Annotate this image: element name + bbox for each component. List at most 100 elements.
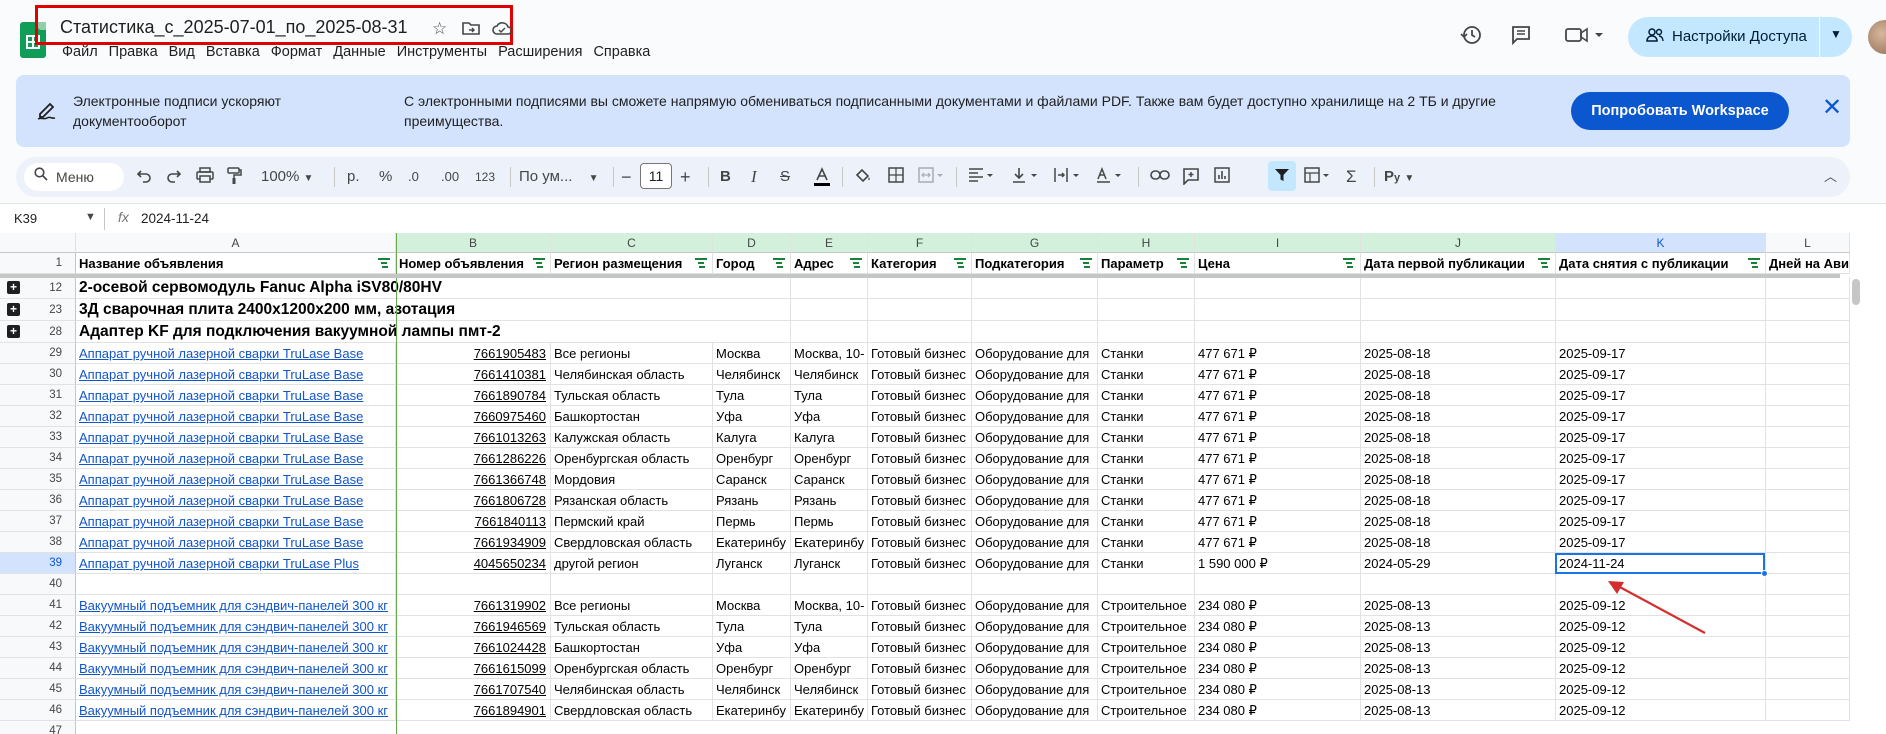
table-cell[interactable]: Москва, 10- [791,595,868,616]
table-cell[interactable] [1766,385,1850,406]
italic-icon[interactable]: I [751,167,757,187]
listing-title-link[interactable]: Аппарат ручной лазерной сварки TruLase B… [76,343,396,364]
listing-title-link[interactable]: Вакуумный подъемник для сэндвич-панелей … [76,616,396,637]
table-cell[interactable]: 477 671 ₽ [1195,427,1361,448]
header-cell[interactable]: Цена [1195,253,1361,274]
table-cell[interactable]: Готовый бизнес [868,679,972,700]
row-header[interactable]: 41 [0,595,76,616]
empty-cell[interactable] [1766,299,1850,321]
header-cell[interactable]: Дата снятия с публикации [1556,253,1766,274]
listing-number-cell[interactable]: 7661286226 [396,448,551,469]
table-cell[interactable]: 2025-09-17 [1556,532,1766,553]
column-header-d[interactable]: D [713,233,791,253]
font-family-select[interactable]: По ум... ▼ [519,167,599,189]
star-icon[interactable]: ☆ [432,20,447,38]
table-cell[interactable]: 2025-08-18 [1361,364,1556,385]
table-cell[interactable]: 477 671 ₽ [1195,406,1361,427]
table-cell[interactable] [713,574,791,595]
row-header[interactable]: 32 [0,406,76,427]
table-cell[interactable]: 2025-09-12 [1556,679,1766,700]
print-icon[interactable] [196,167,214,189]
menu-search-input[interactable]: Меню [24,163,124,191]
table-cell[interactable]: 2025-08-13 [1361,700,1556,721]
formula-input[interactable]: 2024-11-24 [141,211,209,226]
table-cell[interactable]: Оборудование для [972,427,1098,448]
row-header[interactable]: 42 [0,616,76,637]
table-cell[interactable]: Луганск [791,553,868,574]
table-cell[interactable]: 2025-08-18 [1361,448,1556,469]
table-cell[interactable]: 2025-08-13 [1361,679,1556,700]
empty-cell[interactable] [1556,277,1766,299]
group-title-cell[interactable]: Адаптер KF для подключения вакуумной лам… [76,321,776,343]
table-cell[interactable]: Калуга [791,427,868,448]
table-cell[interactable]: Оборудование для [972,700,1098,721]
table-cell[interactable]: Оборудование для [972,553,1098,574]
listing-number-cell[interactable]: 7661615099 [396,658,551,679]
table-cell[interactable]: Станки [1098,406,1195,427]
row-header[interactable]: 43 [0,637,76,658]
row-header[interactable]: 37 [0,511,76,532]
listing-title-link[interactable]: Аппарат ручной лазерной сварки TruLase B… [76,427,396,448]
chevron-down-icon[interactable]: ▼ [1830,27,1842,41]
table-cell[interactable]: 2025-09-17 [1556,343,1766,364]
listing-title-link[interactable]: Вакуумный подъемник для сэндвич-панелей … [76,658,396,679]
table-cell[interactable]: 2025-09-17 [1556,427,1766,448]
table-cell[interactable]: Челябинск [713,364,791,385]
table-cell[interactable]: Готовый бизнес [868,469,972,490]
expand-group-icon[interactable]: + [7,303,20,316]
format-percent-button[interactable]: % [379,167,392,187]
filter-icon[interactable] [1080,258,1092,269]
table-cell[interactable]: Москва [713,343,791,364]
table-cell[interactable] [1766,532,1850,553]
table-cell[interactable]: 234 080 ₽ [1195,700,1361,721]
filter-icon[interactable] [1177,258,1189,269]
listing-title-link[interactable]: Аппарат ручной лазерной сварки TruLase P… [76,553,396,574]
table-cell[interactable] [1766,364,1850,385]
listing-number-cell[interactable]: 4045650234 [396,553,551,574]
table-cell[interactable]: 477 671 ₽ [1195,343,1361,364]
text-color-icon[interactable] [813,167,831,193]
empty-cell[interactable] [1098,299,1195,321]
table-cell[interactable]: Станки [1098,364,1195,385]
table-cell[interactable]: Готовый бизнес [868,406,972,427]
table-cell[interactable] [1766,679,1850,700]
collapse-toolbar-icon[interactable]: ︿ [1824,167,1837,187]
table-cell[interactable]: 2025-09-12 [1556,658,1766,679]
strikethrough-icon[interactable]: S [780,167,790,187]
table-cell[interactable]: Оборудование для [972,511,1098,532]
table-cell[interactable] [972,574,1098,595]
menu-view[interactable]: Вид [169,44,195,60]
listing-number-cell[interactable]: 7661894901 [396,700,551,721]
table-cell[interactable]: Готовый бизнес [868,427,972,448]
insert-link-icon[interactable] [1150,167,1170,189]
table-cell[interactable]: Рязанская область [551,490,713,511]
table-cell[interactable]: Оборудование для [972,343,1098,364]
table-cell[interactable]: Тульская область [551,385,713,406]
table-cell[interactable]: Оренбург [791,448,868,469]
table-cell[interactable]: 2025-09-17 [1556,364,1766,385]
zoom-select[interactable]: 100% ▼ [261,167,313,189]
menu-edit[interactable]: Правка [109,44,158,60]
table-cell[interactable]: 477 671 ₽ [1195,532,1361,553]
table-cell[interactable]: Готовый бизнес [868,532,972,553]
table-cell[interactable]: Уфа [713,406,791,427]
menu-help[interactable]: Справка [593,44,650,60]
empty-cell[interactable] [1098,321,1195,343]
table-cell[interactable] [1195,574,1361,595]
table-cell[interactable]: Оренбург [713,658,791,679]
table-cell[interactable]: Свердловская область [551,700,713,721]
expand-group-icon[interactable]: + [7,325,20,338]
filter-icon[interactable] [1538,258,1550,269]
listing-title-link[interactable]: Аппарат ручной лазерной сварки TruLase B… [76,532,396,553]
column-header-l[interactable]: L [1766,233,1850,253]
horizontal-align-icon[interactable] [968,167,996,189]
filter-icon[interactable] [1748,258,1760,269]
table-cell[interactable]: Готовый бизнес [868,490,972,511]
table-cell[interactable]: Оренбург [713,448,791,469]
table-cell[interactable] [1766,406,1850,427]
table-cell[interactable]: Оборудование для [972,595,1098,616]
table-cell[interactable]: Тула [791,616,868,637]
listing-title-link[interactable]: Аппарат ручной лазерной сварки TruLase B… [76,406,396,427]
table-cell[interactable]: 2025-08-18 [1361,469,1556,490]
table-cell[interactable]: Челябинская область [551,364,713,385]
